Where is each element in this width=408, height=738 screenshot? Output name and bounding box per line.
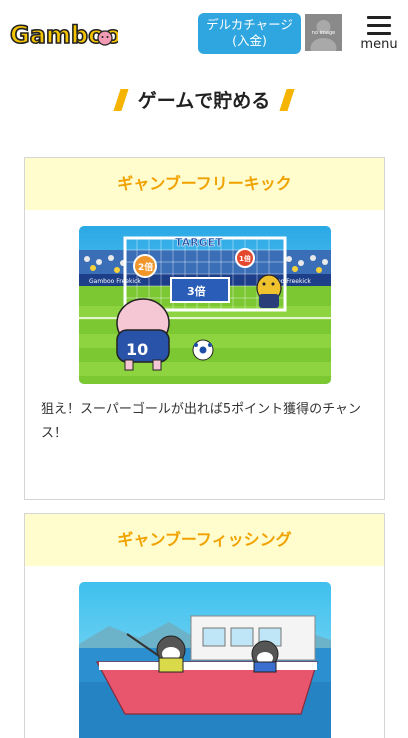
svg-text:TARGET: TARGET <box>175 236 223 249</box>
game-card-title: ギャンブーフィッシング <box>25 514 384 566</box>
deposit-button-sublabel: (入金) <box>232 33 267 48</box>
svg-text:10: 10 <box>126 340 148 359</box>
deposit-button[interactable]: デルカチャージ (入金) <box>198 13 301 54</box>
section-title: ゲームで貯める <box>0 86 408 116</box>
menu-button[interactable]: menu <box>358 12 400 56</box>
freekick-game-image[interactable]: Gamboo Freekick Gamboo Freekick TARGET 2… <box>79 226 331 384</box>
header: Gamboo デルカチャージ (入金) no image menu <box>0 0 408 66</box>
title-slash-right-icon <box>279 88 295 111</box>
menu-label: menu <box>360 37 398 52</box>
avatar[interactable]: no image <box>305 14 342 51</box>
title-slash-left-icon <box>113 88 129 111</box>
svg-text:1倍: 1倍 <box>239 254 251 263</box>
deposit-button-label: デルカチャージ <box>206 17 293 32</box>
svg-text:2倍: 2倍 <box>138 261 153 273</box>
section-title-text: ゲームで貯める <box>137 90 271 112</box>
fishing-game-image[interactable] <box>79 582 331 738</box>
game-card-title: ギャンブーフリーキック <box>25 158 384 210</box>
game-card-fishing[interactable]: ギャンブーフィッシング <box>24 513 385 738</box>
hamburger-icon <box>367 16 391 35</box>
game-card-freekick[interactable]: ギャンブーフリーキック Gamboo Freekick Gamboo Freek… <box>24 157 385 500</box>
avatar-placeholder-text: no image <box>311 30 336 36</box>
svg-text:Gamboo Freekick: Gamboo Freekick <box>89 278 141 285</box>
game-card-description: 狙え！スーパーゴールが出れば5ポイント獲得のチャンス！ <box>41 402 362 441</box>
svg-text:3倍: 3倍 <box>187 284 206 298</box>
gamboo-logo[interactable]: Gamboo <box>6 16 122 50</box>
